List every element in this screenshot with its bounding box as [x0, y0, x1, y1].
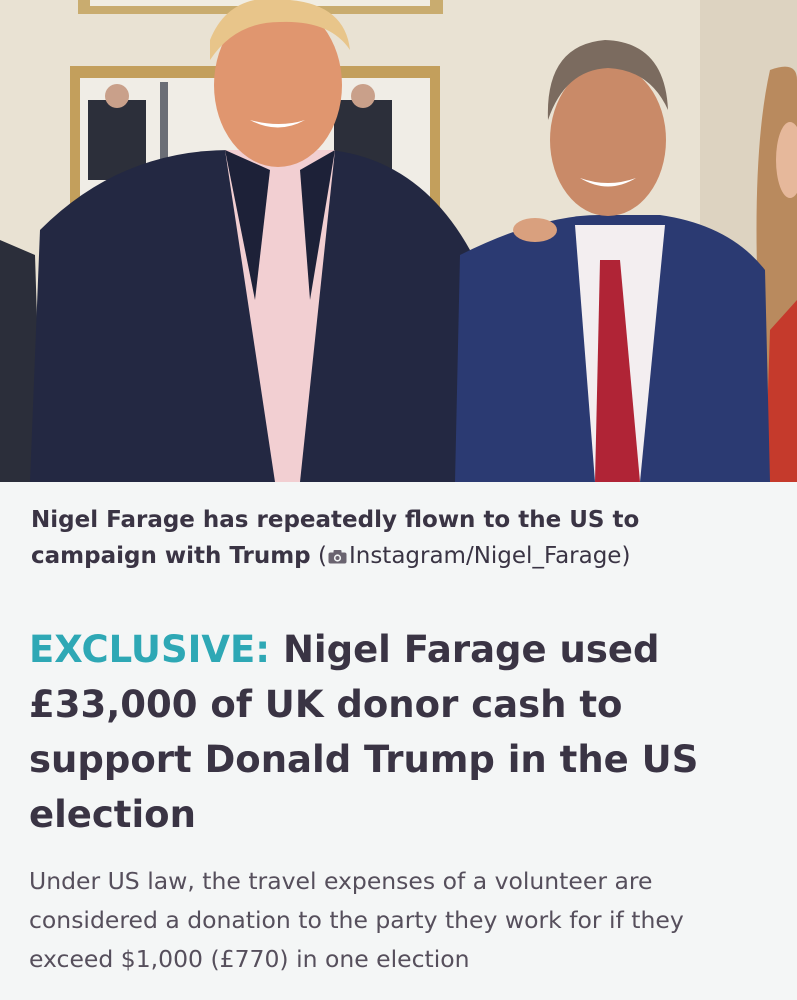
- photo-illustration: [0, 0, 797, 482]
- exclusive-tag: EXCLUSIVE:: [29, 628, 271, 671]
- article-photo: [0, 0, 797, 482]
- article-headline[interactable]: EXCLUSIVE: Nigel Farage used £33,000 of …: [29, 622, 769, 842]
- photo-caption: Nigel Farage has repeatedly flown to the…: [31, 502, 771, 574]
- camera-icon: [328, 550, 347, 564]
- credit-source: Instagram/Nigel_Farage: [348, 543, 622, 569]
- photo-credit[interactable]: (Instagram/Nigel_Farage): [318, 543, 630, 569]
- article-standfirst: Under US law, the travel expenses of a v…: [29, 867, 684, 973]
